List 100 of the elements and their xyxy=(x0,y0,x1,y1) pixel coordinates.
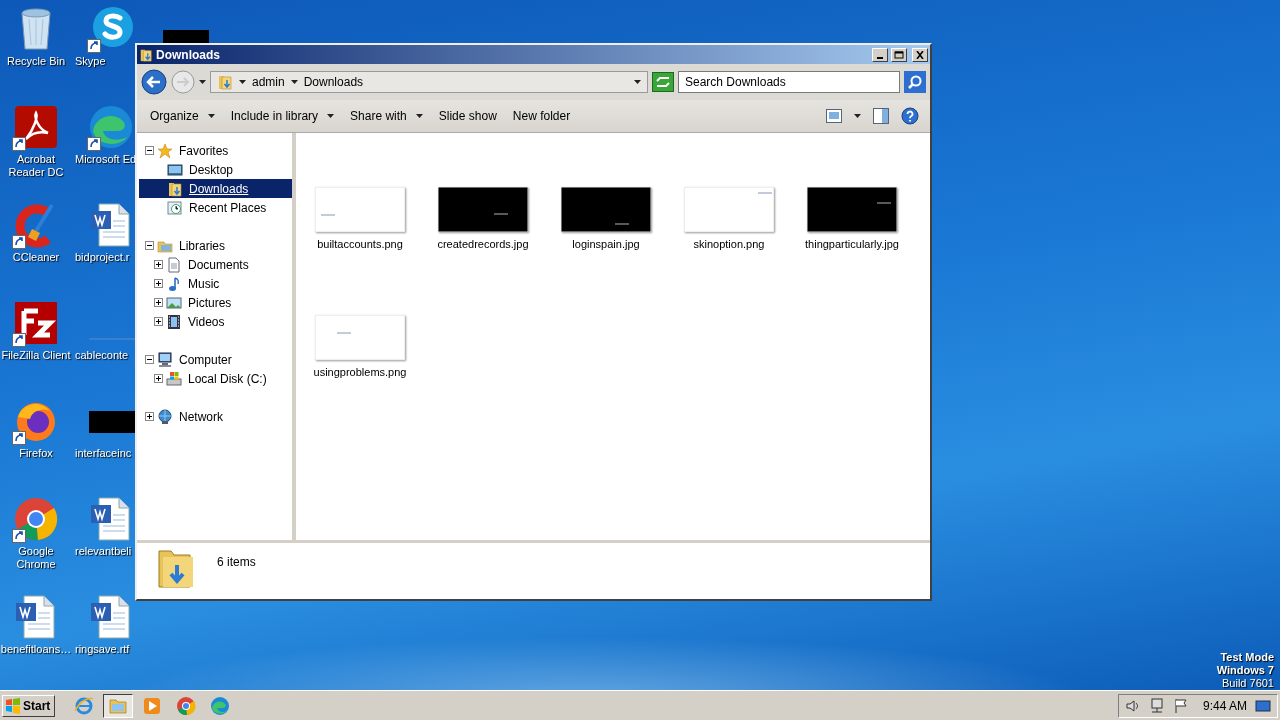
system-notice: Windows 7 xyxy=(1216,664,1274,677)
item-count: 6 items xyxy=(217,555,256,569)
icon-label[interactable]: Acrobat Reader DC xyxy=(0,153,72,179)
caret-icon xyxy=(207,114,215,118)
minimize-icon xyxy=(877,56,883,59)
computer-icon xyxy=(157,351,173,368)
search-button[interactable] xyxy=(904,71,926,93)
tree-item[interactable]: Videos xyxy=(154,312,292,331)
icon-label[interactable]: Google Chrome xyxy=(0,545,72,571)
icon-label[interactable]: cableconte xyxy=(75,349,129,362)
icon-label[interactable]: Recycle Bin xyxy=(6,55,66,68)
search-icon xyxy=(907,74,923,90)
app-icon[interactable] xyxy=(12,495,60,543)
system-notice: Build 7601 xyxy=(1222,677,1274,690)
caret-icon xyxy=(239,80,246,84)
globe-icon xyxy=(176,695,197,716)
file-name[interactable]: builtaccounts.png xyxy=(310,238,410,251)
tree-item[interactable]: Downloads xyxy=(139,179,292,198)
refresh-icon xyxy=(652,72,674,92)
caret-icon xyxy=(327,114,335,118)
expand-icon[interactable] xyxy=(145,412,154,421)
network-icon[interactable] xyxy=(1148,697,1165,714)
toolbar-button[interactable]: Include in library xyxy=(223,105,342,127)
tree-item[interactable]: Favorites xyxy=(145,141,292,160)
app-icon[interactable] xyxy=(12,299,60,347)
icon-label[interactable]: relevantbeli xyxy=(75,545,132,558)
folder-icon xyxy=(217,74,233,90)
pane-icon xyxy=(873,108,889,124)
music-icon xyxy=(166,275,182,292)
collapse-icon[interactable] xyxy=(145,146,154,155)
file-name[interactable]: loginspain.jpg xyxy=(556,238,656,251)
app-icon[interactable] xyxy=(87,103,135,151)
recent-icon xyxy=(167,199,183,216)
tree-item[interactable]: Documents xyxy=(154,255,292,274)
icon-label[interactable]: benefitloans… xyxy=(0,643,72,656)
file-name[interactable]: thingparticularly.jpg xyxy=(802,238,902,251)
expand-icon[interactable] xyxy=(154,279,163,288)
file-name[interactable]: usingproblems.png xyxy=(310,366,410,379)
play-icon xyxy=(142,695,163,716)
refresh-button[interactable] xyxy=(652,72,674,92)
icon-label[interactable]: Firefox xyxy=(19,447,53,460)
expand-icon[interactable] xyxy=(154,374,163,383)
expand-icon[interactable] xyxy=(154,298,163,307)
downloads-icon xyxy=(167,180,183,197)
flag-icon[interactable] xyxy=(1172,697,1189,714)
caret-icon xyxy=(199,80,206,84)
tree-item[interactable]: Local Disk (C:) xyxy=(154,369,292,388)
file-name[interactable]: createdrecords.jpg xyxy=(433,238,533,251)
desktop-icon xyxy=(167,161,183,178)
documents-icon xyxy=(166,256,182,273)
tree-item[interactable]: Pictures xyxy=(154,293,292,312)
breadcrumb-item[interactable]: Downloads xyxy=(303,75,364,89)
system-notice: Test Mode xyxy=(1220,651,1274,664)
volume-icon[interactable] xyxy=(1124,697,1141,714)
tree-item[interactable]: Desktop xyxy=(154,160,292,179)
videos-icon xyxy=(166,313,182,330)
app-icon[interactable] xyxy=(12,103,60,151)
address-bar[interactable]: admin Downloads xyxy=(210,71,648,93)
maximize-button[interactable] xyxy=(891,47,907,62)
icon-label[interactable]: Skype xyxy=(75,55,106,68)
start-button[interactable]: Start xyxy=(2,694,56,717)
back-button[interactable] xyxy=(141,69,167,95)
toolbar-button[interactable]: Organize xyxy=(143,105,222,127)
icon-label[interactable]: FileZilla Client xyxy=(1,349,71,362)
collapse-icon[interactable] xyxy=(145,241,154,250)
file-name[interactable]: skinoption.png xyxy=(679,238,779,251)
icon-label[interactable]: interfaceinc xyxy=(75,447,132,460)
tree-item[interactable]: Network xyxy=(145,407,292,426)
tree-item[interactable]: Recent Places xyxy=(154,198,292,217)
tree-item[interactable]: Music xyxy=(154,274,292,293)
file-icon[interactable] xyxy=(163,30,209,44)
folder-icon xyxy=(139,47,153,62)
icon-label[interactable]: ringsave.rtf xyxy=(75,643,130,656)
search-field[interactable]: Search Downloads xyxy=(678,71,900,93)
close-button[interactable] xyxy=(912,47,928,62)
tree-item[interactable]: Libraries xyxy=(145,236,292,255)
expand-icon[interactable] xyxy=(154,260,163,269)
toolbar-button[interactable]: Slide show xyxy=(431,105,504,127)
view-icon xyxy=(826,109,842,123)
icon-label[interactable]: bidproject.r xyxy=(75,251,130,264)
window-title: Downloads xyxy=(156,47,221,62)
toolbar-button[interactable]: Share with xyxy=(343,105,430,127)
app-icon[interactable] xyxy=(87,5,135,53)
clock[interactable]: 9:44 AM xyxy=(1202,698,1247,713)
minimize-button[interactable] xyxy=(872,47,888,62)
taskbar-folder-icon[interactable] xyxy=(103,693,134,718)
network-icon xyxy=(157,408,173,425)
icon-label[interactable]: CCleaner xyxy=(12,251,60,264)
icon-label[interactable]: Microsoft Ed xyxy=(75,153,137,166)
pictures-icon xyxy=(166,294,182,311)
collapse-icon[interactable] xyxy=(145,355,154,364)
caret-icon xyxy=(415,114,423,118)
tree-item[interactable]: Computer xyxy=(145,350,292,369)
maximize-icon xyxy=(894,50,904,59)
close-icon xyxy=(915,50,925,59)
expand-icon[interactable] xyxy=(154,317,163,326)
breadcrumb-item[interactable]: admin xyxy=(252,75,285,89)
toolbar-button[interactable]: New folder xyxy=(505,105,578,127)
disk-icon xyxy=(166,370,182,387)
show-desktop-icon[interactable] xyxy=(1255,697,1271,714)
